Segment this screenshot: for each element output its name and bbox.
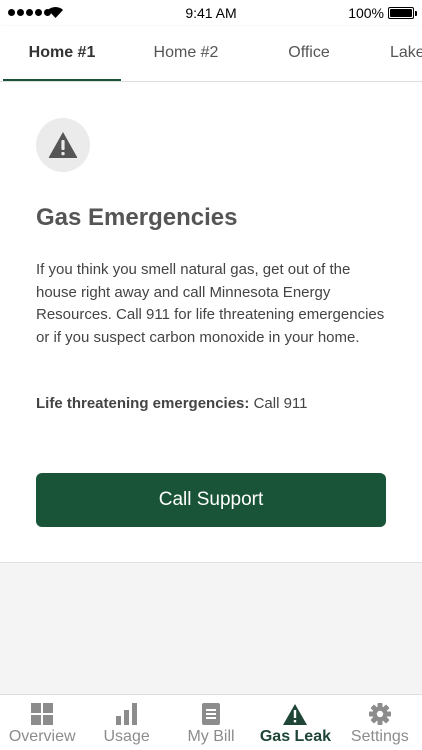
nav-label-my-bill: My Bill <box>187 728 235 745</box>
page-title: Gas Emergencies <box>36 204 238 231</box>
tab-home-1[interactable]: Home #1 <box>3 26 121 81</box>
tab-home-2[interactable]: Home #2 <box>127 26 245 81</box>
nav-item-usage[interactable]: Usage <box>84 695 168 750</box>
nav-item-settings[interactable]: Settings <box>338 695 422 750</box>
status-bar: 9:41 AM 100% <box>0 0 422 26</box>
gas-emergency-card: Gas Emergencies If you think you smell n… <box>0 82 422 563</box>
nav-label-overview: Overview <box>8 728 76 745</box>
emergency-info: Life threatening emergencies: Call 911 <box>36 395 308 412</box>
bill-icon <box>202 703 221 725</box>
bar-chart-icon <box>115 703 138 725</box>
tab-office[interactable]: Office <box>250 26 368 81</box>
gear-icon <box>368 703 391 725</box>
grid-icon <box>31 703 54 725</box>
battery-icon <box>388 7 417 19</box>
warning-icon <box>48 132 78 158</box>
nav-item-gas-leak[interactable]: Gas Leak <box>253 695 337 750</box>
emergency-label: Life threatening emergencies: <box>36 395 250 412</box>
bottom-nav: Overview Usage My Bill Gas Leak Settings <box>0 694 422 750</box>
nav-label-gas-leak: Gas Leak <box>259 728 331 745</box>
nav-item-my-bill[interactable]: My Bill <box>169 695 253 750</box>
warning-icon <box>283 703 308 725</box>
nav-label-settings: Settings <box>350 728 409 745</box>
battery-percentage: 100% <box>348 5 384 21</box>
tab-lake[interactable]: Lake <box>362 26 422 81</box>
call-support-button[interactable]: Call Support <box>36 473 386 527</box>
emergency-value: Call 911 <box>253 395 308 412</box>
nav-item-overview[interactable]: Overview <box>0 695 84 750</box>
location-tabs: Home #1 Home #2 Office Lake <box>0 26 422 82</box>
instructions-text: If you think you smell natural gas, get … <box>36 261 385 346</box>
nav-label-usage: Usage <box>103 728 150 745</box>
warning-icon-badge <box>36 118 90 172</box>
